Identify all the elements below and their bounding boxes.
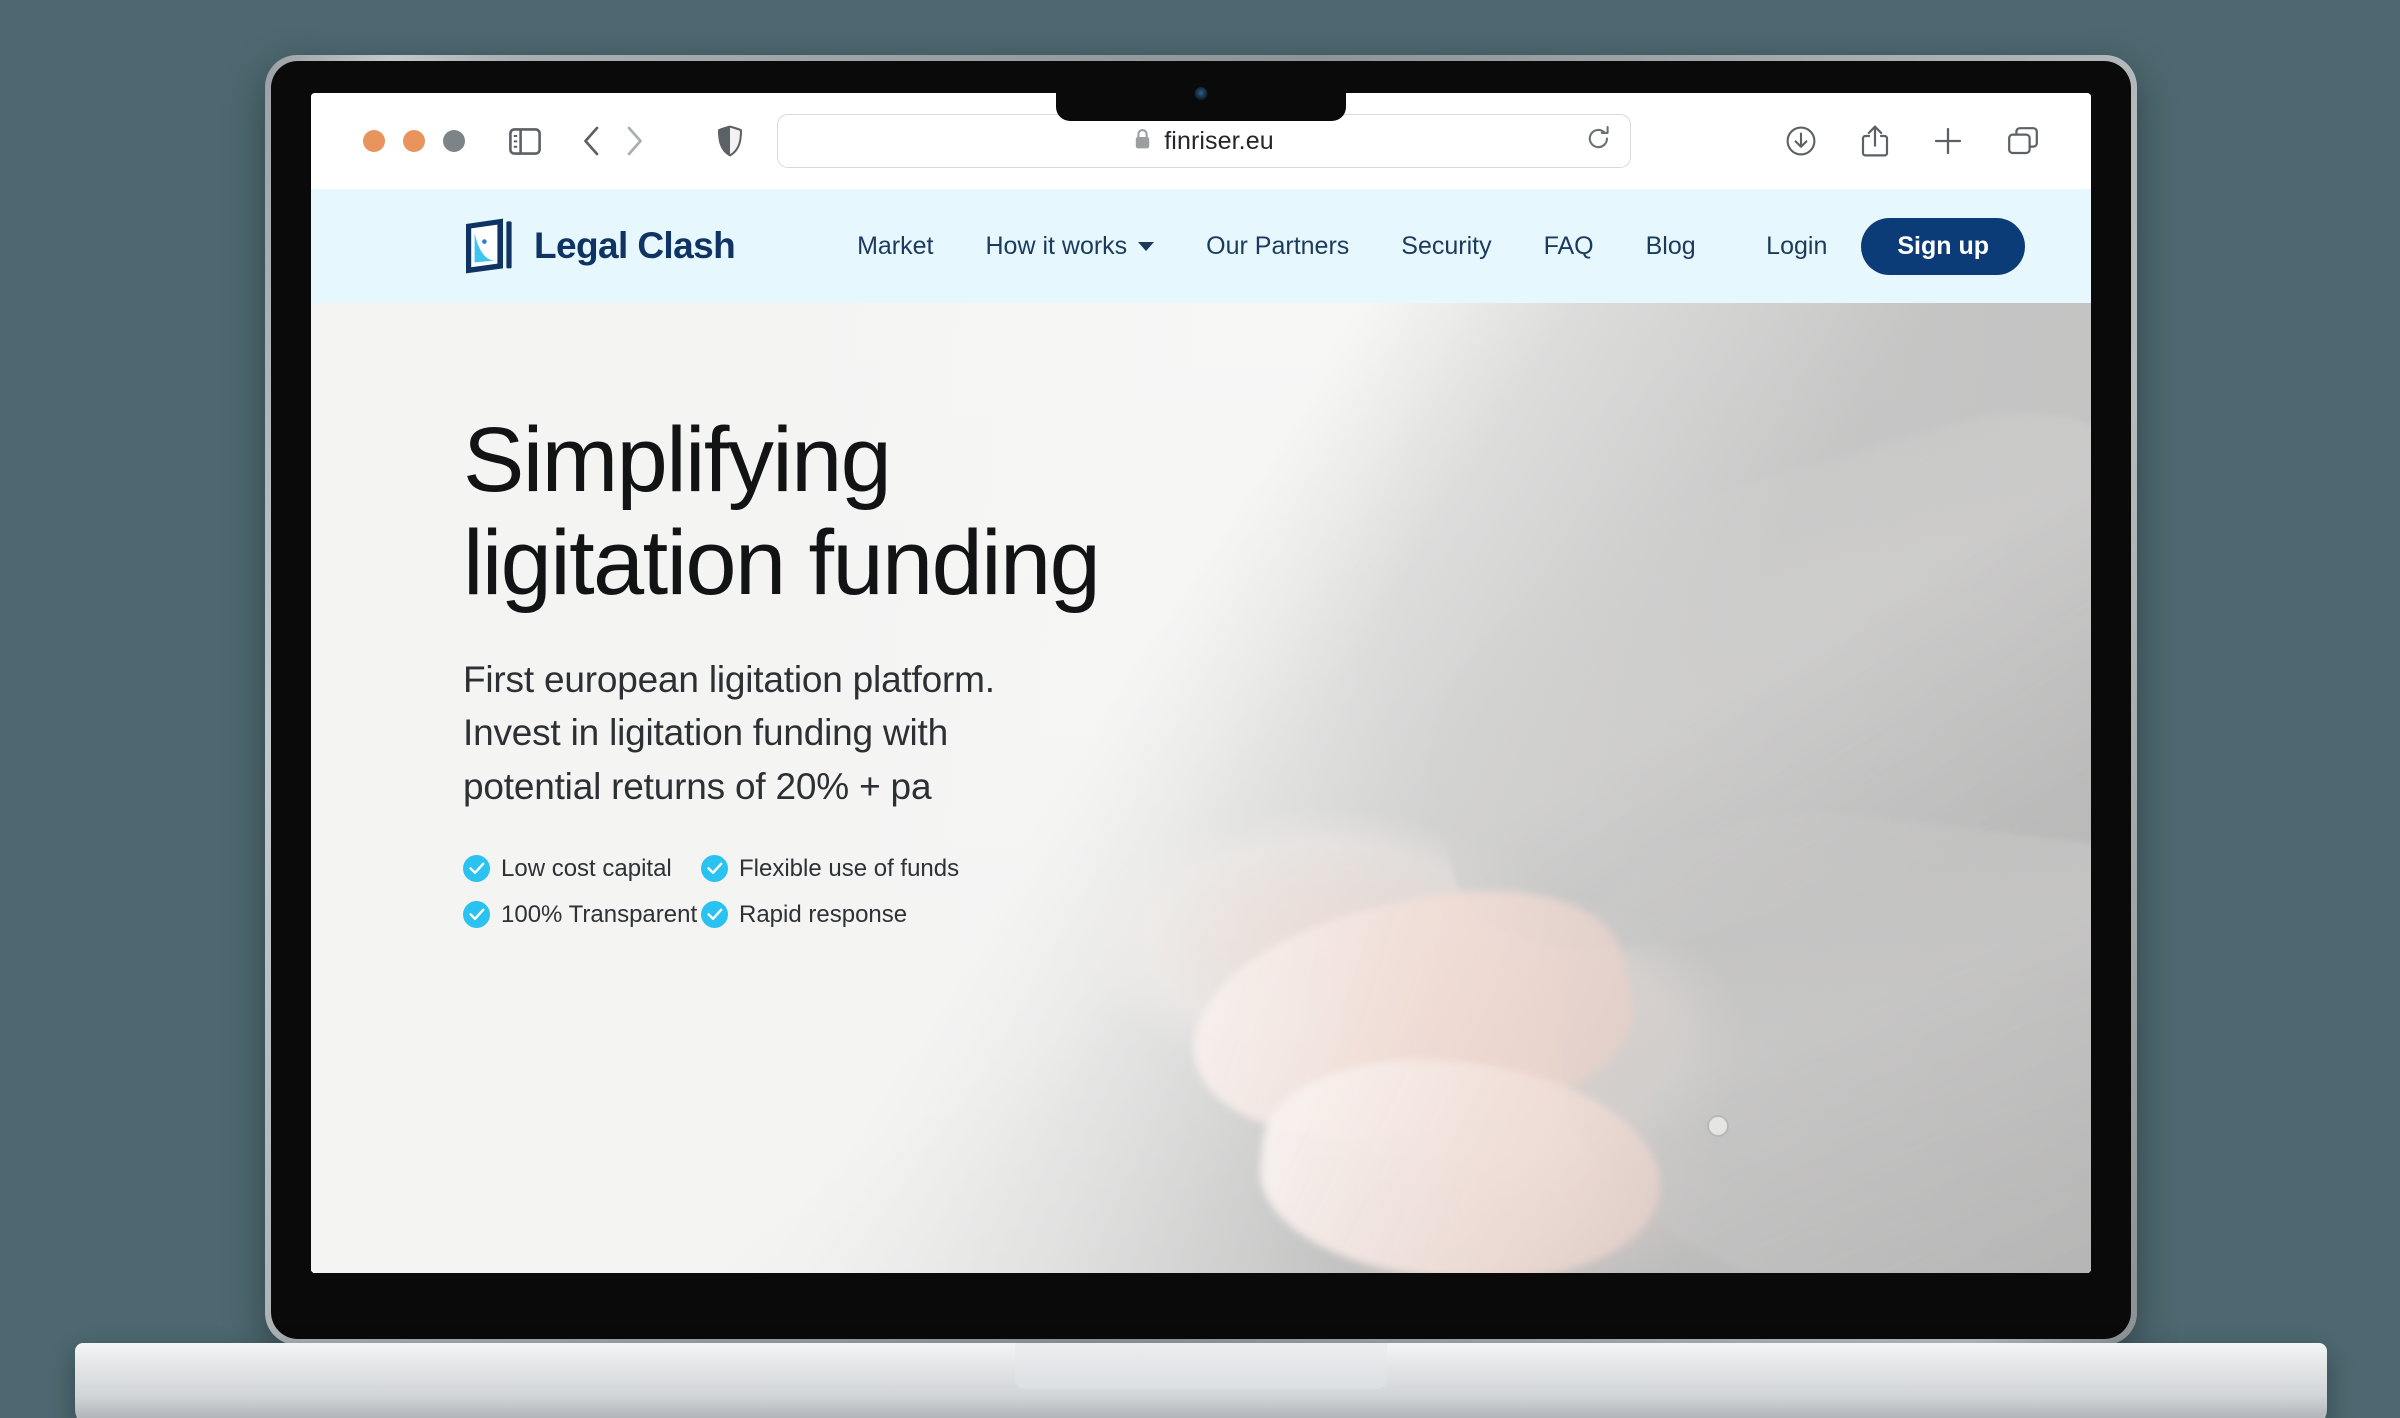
address-bar-url: finriser.eu	[1164, 126, 1274, 155]
login-link[interactable]: Login	[1766, 232, 1827, 261]
legal-clash-door-chart-logo-icon	[463, 217, 517, 275]
website-viewport: Legal Clash Market How it works Our Part…	[311, 189, 2091, 1273]
feature-label: Low cost capital	[501, 854, 672, 882]
chevron-right-icon[interactable]	[625, 125, 645, 157]
nav-item-faq[interactable]: FAQ	[1518, 232, 1620, 261]
new-tab-icon[interactable]	[1933, 126, 1963, 156]
site-nav-links: Market How it works Our Partners Securit…	[831, 232, 1722, 261]
close-window-button[interactable]	[363, 130, 385, 152]
hero-subtitle: First european ligitation platform. Inve…	[463, 653, 2091, 813]
brand-logo[interactable]: Legal Clash	[463, 217, 736, 275]
address-bar-content: finriser.eu	[1134, 127, 1274, 156]
browser-window: finriser.eu Legal Clash Market How it wo…	[311, 93, 2091, 1273]
nav-item-market-label: Market	[857, 231, 934, 260]
site-nav-actions: Login Sign up	[1766, 217, 2025, 275]
hero-subtitle-line-3: potential returns of 20% + pa	[463, 765, 932, 807]
nav-item-blog-label: Blog	[1645, 231, 1696, 260]
laptop-screen-shell: finriser.eu Legal Clash Market How it wo…	[265, 55, 2137, 1345]
hero-section: Simplifying ligitation funding First eur…	[311, 303, 2091, 1273]
feature-item-rapid-response: Rapid response	[701, 901, 1023, 929]
nav-item-security-label: Security	[1401, 231, 1492, 260]
hero-content: Simplifying ligitation funding First eur…	[311, 303, 2091, 929]
brand-name: Legal Clash	[534, 225, 736, 266]
nav-item-market[interactable]: Market	[831, 232, 959, 261]
lock-icon	[1134, 128, 1151, 155]
nav-item-our-partners-label: Our Partners	[1206, 231, 1350, 260]
feature-item-low-cost-capital: Low cost capital	[463, 855, 701, 883]
sidebar-toggle-icon[interactable]	[509, 127, 541, 155]
downloads-icon[interactable]	[1785, 125, 1817, 157]
nav-item-how-it-works-label: How it works	[985, 231, 1128, 260]
nav-item-faq-label: FAQ	[1543, 231, 1594, 260]
nav-item-our-partners[interactable]: Our Partners	[1180, 232, 1375, 261]
address-bar[interactable]: finriser.eu	[777, 114, 1631, 168]
hero-subtitle-line-1: First european ligitation platform.	[463, 659, 995, 701]
laptop-base-lip	[1015, 1343, 1387, 1389]
check-circle-icon	[463, 901, 490, 929]
signup-button[interactable]: Sign up	[1861, 217, 2025, 275]
nav-item-security[interactable]: Security	[1375, 232, 1517, 261]
privacy-shield-icon[interactable]	[717, 125, 743, 157]
feature-label: 100% Transparent	[501, 900, 698, 928]
laptop-notch	[1056, 67, 1346, 121]
hero-subtitle-line-2: Invest in ligitation funding with	[463, 712, 948, 754]
check-circle-icon	[701, 855, 728, 883]
hero-headline-line-2: ligitation funding	[463, 512, 1101, 615]
reload-icon[interactable]	[1587, 126, 1611, 157]
webcam-icon	[1194, 87, 1208, 100]
site-navbar: Legal Clash Market How it works Our Part…	[311, 189, 2091, 303]
chevron-left-icon[interactable]	[581, 125, 601, 157]
check-circle-icon	[701, 901, 728, 929]
laptop-base	[75, 1343, 2327, 1418]
chevron-down-icon	[1138, 241, 1155, 251]
check-circle-icon	[463, 855, 490, 883]
share-icon[interactable]	[1861, 124, 1889, 158]
feature-item-flexible-use-of-funds: Flexible use of funds	[701, 855, 1023, 883]
feature-label: Rapid response	[739, 900, 908, 928]
laptop-mockup: finriser.eu Legal Clash Market How it wo…	[75, 55, 2327, 1418]
hero-headline-line-1: Simplifying	[463, 409, 892, 511]
browser-toolbar-right-actions	[1785, 124, 2039, 158]
nav-item-how-it-works[interactable]: How it works	[959, 232, 1180, 261]
nav-item-blog[interactable]: Blog	[1620, 232, 1722, 261]
window-traffic-lights	[363, 130, 465, 152]
feature-label: Flexible use of funds	[739, 854, 960, 882]
page-title: Simplifying ligitation funding	[463, 409, 2091, 615]
feature-item-100-transparent: 100% Transparent	[463, 901, 701, 929]
laptop-bezel: finriser.eu Legal Clash Market How it wo…	[271, 61, 2131, 1339]
maximize-window-button[interactable]	[443, 130, 465, 152]
minimize-window-button[interactable]	[403, 130, 425, 152]
tab-overview-icon[interactable]	[2007, 126, 2039, 156]
hero-feature-list: Low cost capital Flexible use of funds 1…	[463, 855, 1023, 929]
